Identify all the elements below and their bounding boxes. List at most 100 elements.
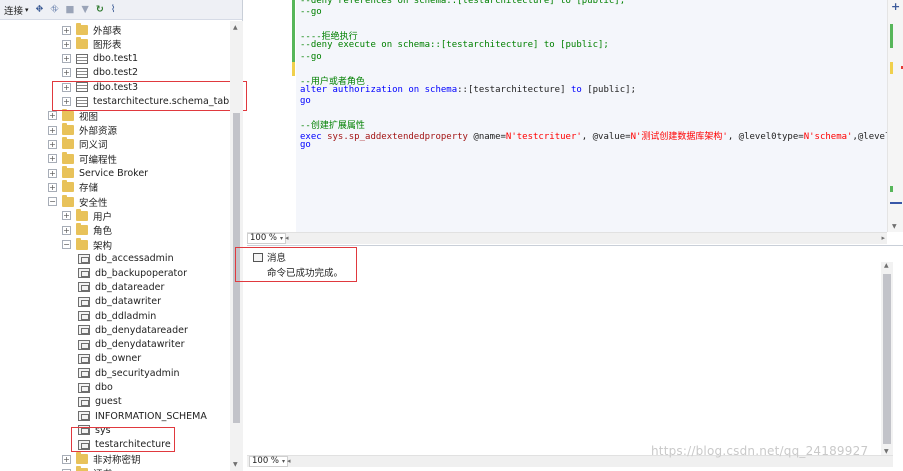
scroll-up-icon[interactable]: ▲: [884, 262, 889, 269]
query-editor[interactable]: 199 200 201 202 203 204 205 206 207 208 209 210 211 2…: [247, 0, 903, 232]
tree-node[interactable]: db_denydatawriter: [64, 338, 185, 352]
messages-zoom-select[interactable]: 100 % ▾: [249, 456, 289, 467]
folder-icon: [76, 452, 88, 464]
tree-node[interactable]: + 非对称密钥: [62, 452, 141, 466]
disconnect-icon[interactable]: ⛗: [51, 4, 59, 15]
connect-label: 连接: [4, 5, 24, 17]
tree-node-label: 角色: [93, 226, 113, 238]
expand-icon[interactable]: +: [62, 454, 71, 464]
schema-icon: [78, 282, 90, 293]
expand-icon[interactable]: +: [48, 125, 57, 135]
tree-node[interactable]: + Service Broker: [48, 166, 148, 180]
scroll-down-icon[interactable]: ▼: [884, 448, 889, 455]
expand-icon[interactable]: +: [62, 39, 71, 49]
tree-node[interactable]: db_ddladmin: [64, 309, 156, 323]
tree-node-label: 架构: [93, 240, 113, 252]
tree-node[interactable]: + 同义词: [48, 137, 108, 151]
refresh-icon[interactable]: ↻: [96, 4, 104, 15]
expand-icon[interactable]: +: [48, 139, 57, 149]
schema-icon: [78, 382, 90, 393]
schema-icon: [78, 325, 90, 336]
tree-node[interactable]: dbo: [64, 381, 113, 395]
tree-node[interactable]: − 架构: [62, 237, 113, 252]
expand-icon[interactable]: +: [62, 54, 71, 64]
tree-node-label: 同义词: [79, 140, 108, 152]
stop-icon[interactable]: ■: [66, 4, 75, 15]
tree-node-label: guest: [95, 396, 122, 408]
scroll-left-icon[interactable]: ◂: [287, 457, 291, 465]
line-number: 205: [515, 62, 532, 73]
tree-node[interactable]: + dbo.test2: [62, 66, 138, 80]
tree-node[interactable]: db_backupoperator: [64, 266, 187, 280]
tree-node[interactable]: + dbo.test1: [62, 52, 138, 66]
scroll-down-icon[interactable]: ▼: [892, 223, 897, 230]
expand-icon[interactable]: +: [48, 182, 57, 192]
expand-icon[interactable]: +: [62, 225, 71, 235]
messages-scrollbar[interactable]: ▲ ▼: [881, 262, 893, 455]
tree-node[interactable]: + 存储: [48, 180, 98, 194]
folder-icon: [76, 208, 88, 221]
tree-node[interactable]: db_denydatareader: [64, 323, 188, 337]
scroll-down-icon[interactable]: ▼: [233, 461, 238, 468]
tree-node[interactable]: + 外部表: [62, 23, 122, 37]
tree-node-label: 图形表: [93, 40, 122, 52]
expand-icon[interactable]: +: [48, 111, 57, 121]
schema-icon: [78, 396, 90, 407]
chevron-down-icon: ▾: [25, 5, 29, 14]
tree-node[interactable]: +证书: [62, 466, 112, 471]
collapse-icon[interactable]: −: [48, 197, 57, 207]
tree-node[interactable]: + 用户: [62, 208, 113, 223]
change-marker-green-2: [890, 186, 893, 192]
tree-node[interactable]: − 安全性: [48, 194, 108, 209]
tree-node-label: Service Broker: [79, 167, 149, 179]
line-number: 202: [515, 29, 532, 40]
connect-button[interactable]: 连接 ▾: [4, 3, 29, 17]
object-explorer-scrollbar[interactable]: ▲ ▼: [230, 21, 243, 471]
tree-node[interactable]: db_owner: [64, 352, 141, 366]
editor-zoom-select[interactable]: 100 % ▾: [247, 233, 287, 244]
tree-node-label: 可编程性: [79, 154, 118, 166]
tree-node[interactable]: db_datareader: [64, 280, 164, 294]
object-explorer-toolbar: 连接 ▾ ⛖ ⛗ ■ ▼ ↻ ⌇: [0, 0, 242, 20]
tree-node[interactable]: + 可编程性: [48, 151, 118, 166]
line-number: 201: [515, 18, 532, 29]
tree-node[interactable]: + 外部资源: [48, 123, 117, 137]
tree-node-label: 存储: [79, 183, 99, 195]
editor-vertical-scrollbar[interactable]: + ▼: [887, 0, 903, 232]
line-number: 204: [515, 51, 532, 62]
tree-node[interactable]: db_securityadmin: [64, 366, 180, 380]
tree-node-label: 用户: [93, 211, 113, 223]
line-number-gutter: 199 200 201 202 203 204 205 206 207 208 209 210 211 2…: [484, 0, 536, 232]
chevron-down-icon: ▾: [280, 235, 284, 242]
expand-icon[interactable]: +: [62, 211, 71, 221]
schema-icon: [78, 411, 90, 422]
expand-icon[interactable]: +: [48, 168, 57, 178]
scroll-left-icon[interactable]: ◂: [285, 234, 289, 242]
connect-icon[interactable]: ⛖: [36, 4, 44, 15]
schema-icon: [78, 368, 90, 379]
tree-node[interactable]: INFORMATION_SCHEMA: [64, 409, 207, 423]
change-marker-green: [890, 24, 893, 48]
activity-icon[interactable]: ⌇: [111, 4, 116, 15]
expand-icon[interactable]: +: [62, 25, 71, 35]
scroll-up-icon[interactable]: ▲: [233, 24, 238, 31]
folder-icon: [62, 180, 74, 193]
tree-node-label: db_owner: [95, 353, 142, 365]
line-number: 212: [515, 140, 532, 151]
tree-node-label: db_datawriter: [95, 296, 161, 308]
filter-icon[interactable]: ▼: [82, 4, 89, 15]
expand-icon[interactable]: +: [48, 154, 57, 164]
collapse-icon[interactable]: −: [62, 240, 71, 249]
expand-icon[interactable]: +: [62, 68, 71, 78]
split-editor-icon[interactable]: +: [891, 0, 900, 13]
editor-horizontal-scrollbar[interactable]: 100 % ▾ ◂ ▸: [247, 232, 887, 244]
tree-node[interactable]: guest: [64, 395, 122, 409]
line-number: 200: [515, 7, 532, 18]
scroll-right-icon[interactable]: ▸: [881, 234, 885, 242]
tree-node[interactable]: db_accessadmin: [64, 252, 174, 266]
tree-node[interactable]: + 角色: [62, 223, 112, 237]
tree-node-label: dbo: [95, 382, 113, 393]
tree-node[interactable]: + 图形表: [62, 37, 122, 51]
scroll-thumb[interactable]: [883, 274, 891, 444]
tree-node[interactable]: db_datawriter: [64, 295, 161, 309]
